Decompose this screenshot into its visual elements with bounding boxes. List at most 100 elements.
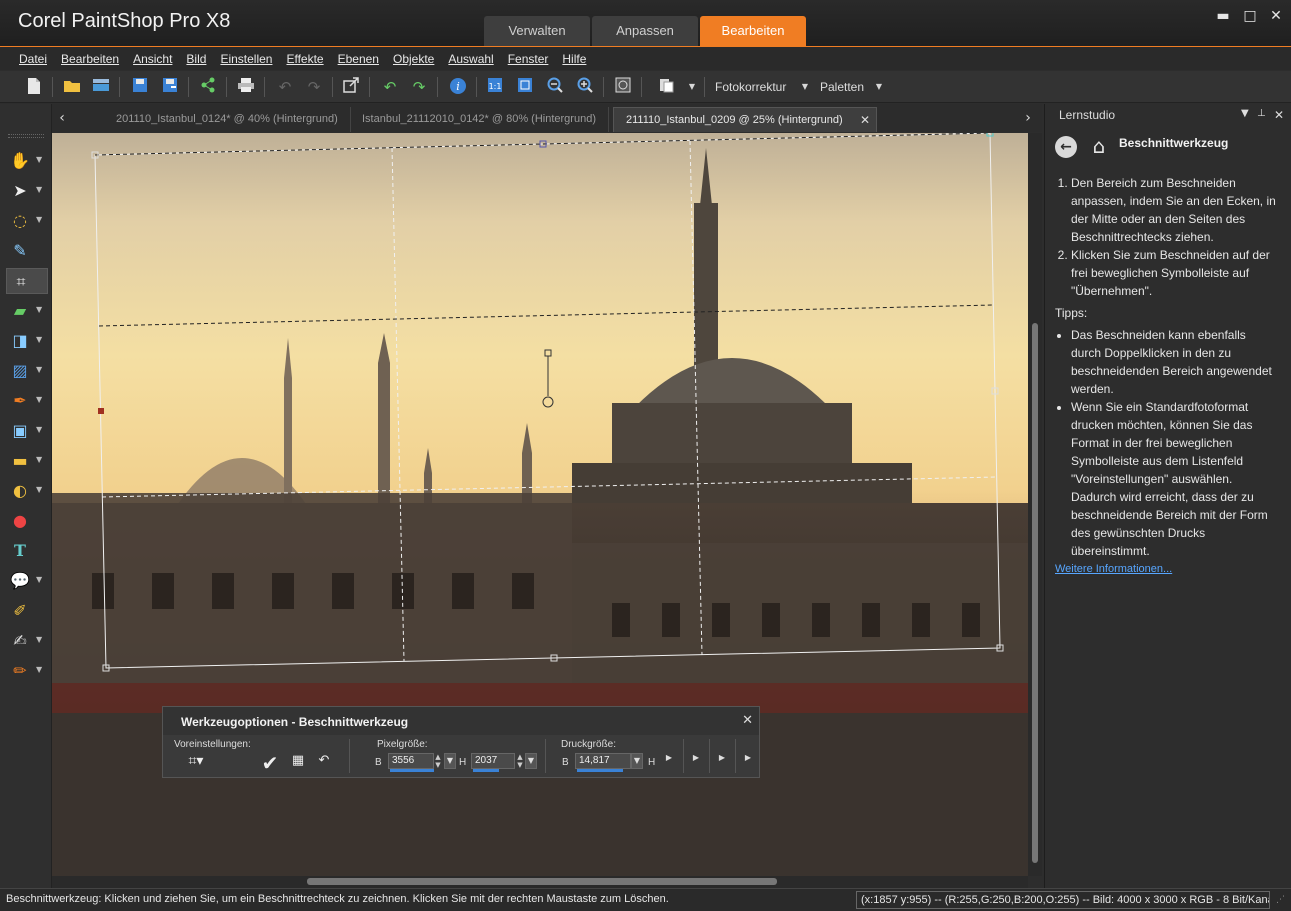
menu-auswahl[interactable]: Auswahl: [441, 47, 500, 70]
overview-icon[interactable]: [613, 77, 633, 97]
document-tab-active[interactable]: 211110_Istanbul_0209 @ 25% (Hintergrund)…: [613, 107, 877, 132]
clone-tool[interactable]: ▣ ▼: [6, 418, 48, 444]
crop-tool[interactable]: ⌗: [6, 268, 48, 294]
snap-crop-icon[interactable]: ↶: [315, 753, 333, 771]
width-slider[interactable]: [390, 769, 434, 772]
chevron-left-icon[interactable]: ‹: [54, 110, 70, 126]
pick-tool[interactable]: ➤ ▼: [6, 178, 48, 204]
panel-menu-icon[interactable]: ▼: [1241, 108, 1249, 119]
red-eye-tool[interactable]: ◨ ▼: [6, 328, 48, 354]
print-width-input[interactable]: 14,817: [575, 753, 631, 772]
open-icon[interactable]: [62, 77, 82, 97]
paletten-dropdown-icon[interactable]: ▼: [869, 77, 889, 97]
chevron-right-icon[interactable]: ›: [1020, 110, 1036, 126]
redo-icon[interactable]: ↷: [304, 77, 324, 97]
eraser-tool[interactable]: ▬ ▼: [6, 448, 48, 474]
new-icon[interactable]: [24, 77, 44, 97]
text-tool[interactable]: T: [6, 538, 48, 564]
crop-presets-icon[interactable]: ⌗▾: [183, 753, 209, 771]
save-as-icon[interactable]: [160, 77, 180, 97]
save-icon[interactable]: [130, 77, 150, 97]
close-icon[interactable]: ✕: [742, 713, 753, 728]
info-icon[interactable]: i: [448, 77, 468, 97]
width-input[interactable]: 3556: [388, 753, 434, 772]
height-input[interactable]: 2037: [471, 753, 515, 772]
fit-icon[interactable]: [515, 77, 535, 97]
menu-datei[interactable]: Datei: [12, 47, 54, 70]
more-info-link[interactable]: Weitere Informationen...: [1055, 560, 1277, 578]
undo-icon[interactable]: ↶: [275, 77, 295, 97]
share-icon[interactable]: [198, 77, 218, 97]
horizontal-scrollbar[interactable]: [52, 876, 1028, 888]
fotokorrektur-dropdown-icon[interactable]: ▼: [795, 77, 815, 97]
fill-tool[interactable]: ●: [6, 508, 48, 534]
close-button[interactable]: ✕: [1265, 6, 1287, 26]
chevron-down-icon: ▼: [36, 635, 43, 644]
tab-verwalten[interactable]: Verwalten: [484, 16, 590, 46]
height-spinner[interactable]: ▲ ▼: [515, 753, 525, 769]
menu-hilfe[interactable]: Hilfe: [555, 47, 593, 70]
minimize-button[interactable]: ▬: [1212, 6, 1234, 26]
pin-icon[interactable]: ⊥: [1257, 108, 1266, 119]
lasso-icon: ◌: [13, 211, 27, 230]
menu-objekte[interactable]: Objekte: [386, 47, 441, 70]
resize-grip-icon[interactable]: ⋰: [1276, 895, 1285, 905]
maximize-button[interactable]: □: [1239, 6, 1261, 26]
paste-dropdown-arrow-icon[interactable]: ▼: [682, 77, 702, 97]
menu-effekte[interactable]: Effekte: [279, 47, 330, 70]
paint-brush-tool[interactable]: ✒ ▼: [6, 388, 48, 414]
fotokorrektur-menu[interactable]: Fotokorrektur: [715, 80, 786, 94]
expand-arrow-icon[interactable]: ▶: [690, 753, 702, 767]
tab-anpassen[interactable]: Anpassen: [592, 16, 698, 46]
expand-arrow-icon[interactable]: ▶: [742, 753, 754, 767]
paste-icon[interactable]: [656, 77, 676, 97]
menu-fenster[interactable]: Fenster: [501, 47, 556, 70]
zoom-in-icon[interactable]: [575, 77, 595, 97]
art-media-tool[interactable]: ✏ ▼: [6, 658, 48, 684]
scrollbar-thumb[interactable]: [1032, 323, 1038, 863]
pen-tool[interactable]: ✐: [6, 598, 48, 624]
menu-ebenen[interactable]: Ebenen: [331, 47, 386, 70]
height-dropdown[interactable]: ▼: [525, 753, 537, 769]
print-icon[interactable]: [236, 77, 256, 97]
back-arrow-icon[interactable]: ←: [1055, 136, 1077, 158]
scan-icon[interactable]: [91, 77, 111, 97]
menu-bearbeiten[interactable]: Bearbeiten: [54, 47, 126, 70]
expand-arrow-icon[interactable]: ▶: [716, 753, 728, 767]
close-tab-icon[interactable]: ✕: [860, 108, 870, 132]
apply-checkmark-icon[interactable]: ✔: [259, 751, 281, 775]
zoom-out-icon[interactable]: [545, 77, 565, 97]
pan-tool[interactable]: ✋ ▼: [6, 148, 48, 174]
home-icon[interactable]: ⌂: [1087, 134, 1111, 158]
menu-bild[interactable]: Bild: [179, 47, 213, 70]
warp-brush-tool[interactable]: ✍ ▼: [6, 628, 48, 654]
crop-as-new-image-icon[interactable]: ▦: [289, 753, 307, 771]
makeover-tool[interactable]: ▨ ▼: [6, 358, 48, 384]
menu-einstellen[interactable]: Einstellen: [213, 47, 279, 70]
dropper-tool[interactable]: ✎: [6, 238, 48, 264]
width-dropdown[interactable]: ▼: [444, 753, 456, 769]
scrollbar-thumb[interactable]: [307, 878, 777, 885]
resize-icon[interactable]: [341, 77, 361, 97]
vertical-scrollbar[interactable]: [1028, 133, 1042, 876]
shape-tool[interactable]: 💬 ▼: [6, 568, 48, 594]
straighten-tool[interactable]: ▰ ▼: [6, 298, 48, 324]
width-spinner[interactable]: ▲ ▼: [433, 753, 443, 769]
close-icon[interactable]: ✕: [1274, 108, 1284, 122]
selection-tool[interactable]: ◌ ▼: [6, 208, 48, 234]
actual-size-icon[interactable]: 1:1: [485, 77, 505, 97]
rotate-left-icon[interactable]: ↶: [380, 77, 400, 97]
tool-options-titlebar[interactable]: Werkzeugoptionen - Beschnittwerkzeug ✕: [163, 707, 759, 735]
dodge-tool[interactable]: ◐ ▼: [6, 478, 48, 504]
paletten-menu[interactable]: Paletten: [820, 80, 864, 94]
print-width-slider[interactable]: [577, 769, 623, 772]
height-slider[interactable]: [473, 769, 499, 772]
expand-arrow-icon[interactable]: ▶: [663, 753, 675, 767]
print-width-dropdown[interactable]: ▼: [631, 753, 643, 769]
document-tab[interactable]: Istanbul_21112010_0142* @ 80% (Hintergru…: [350, 107, 609, 132]
menu-ansicht[interactable]: Ansicht: [126, 47, 179, 70]
tab-bearbeiten[interactable]: Bearbeiten: [700, 16, 806, 46]
document-tab[interactable]: 201110_Istanbul_0124* @ 40% (Hintergrund…: [104, 107, 351, 132]
tools-toolbar: ✋ ▼ ➤ ▼ ◌ ▼ ✎ ⌗ ▰ ▼ ◨ ▼ ▨ ▼ ✒ ▼ ▣ ▼ ▬ ▼ ◐ ▼ ● T 💬 ▼…: [0, 104, 52, 888]
rotate-right-icon[interactable]: ↷: [409, 77, 429, 97]
